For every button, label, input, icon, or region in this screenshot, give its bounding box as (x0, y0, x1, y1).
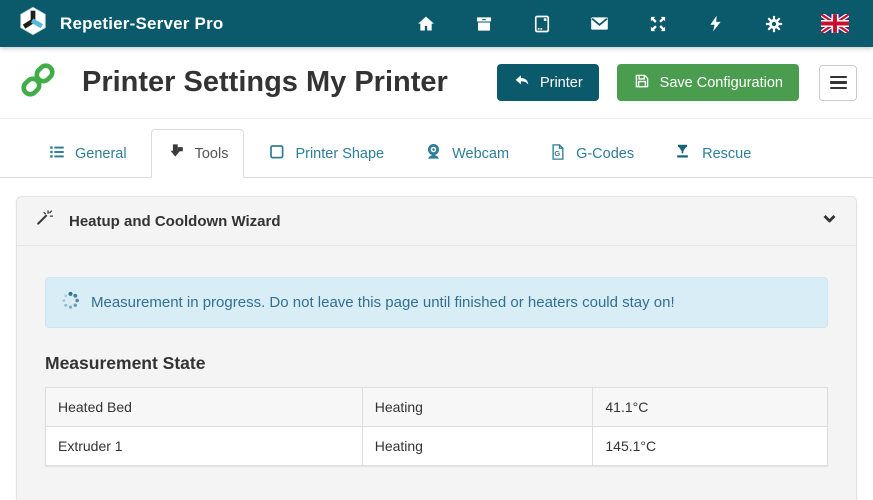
brand[interactable]: Repetier-Server Pro (18, 6, 223, 41)
alert-text: Measurement in progress. Do not leave th… (91, 294, 675, 311)
heater-name-cell: Heated Bed (46, 388, 363, 427)
save-configuration-button[interactable]: Save Configuration (617, 64, 799, 101)
heatup-wizard-panel-header[interactable]: Heatup and Cooldown Wizard (17, 197, 856, 246)
svg-text:G: G (554, 149, 560, 158)
extruder-icon (167, 142, 186, 165)
table-row: Extruder 1 Heating 145.1°C (46, 427, 828, 466)
fullscreen-icon[interactable] (647, 13, 668, 34)
navbar-icons (415, 13, 849, 34)
global-settings-icon[interactable] (763, 13, 784, 34)
repetier-logo-icon (18, 6, 48, 41)
wand-icon (35, 209, 54, 233)
tab-webcam[interactable]: Webcam (408, 129, 525, 178)
square-icon (268, 143, 286, 165)
measurement-state-table: Heated Bed Heating 41.1°C Extruder 1 Hea… (45, 387, 828, 466)
hamburger-icon (830, 76, 847, 79)
messages-icon[interactable] (589, 13, 610, 34)
panel-title: Heatup and Cooldown Wizard (69, 213, 821, 230)
table-row: Heated Bed Heating 41.1°C (46, 388, 828, 427)
page-menu-button[interactable] (819, 65, 857, 101)
power-icon[interactable] (705, 13, 726, 34)
save-icon (633, 72, 651, 94)
language-flag-icon[interactable] (821, 13, 849, 34)
heater-state-cell: Heating (362, 388, 593, 427)
top-navbar: Repetier-Server Pro (0, 0, 873, 47)
page-header: Printer Settings My Printer Printer Save… (0, 47, 873, 119)
heater-name-cell: Extruder 1 (46, 427, 363, 466)
tab-printer-shape[interactable]: Printer Shape (252, 130, 400, 178)
tab-tools[interactable]: Tools (151, 129, 245, 178)
heater-temp-cell: 41.1°C (593, 388, 828, 427)
heatup-wizard-panel: Heatup and Cooldown Wizard Measurement i… (16, 196, 857, 500)
heater-state-cell: Heating (362, 427, 593, 466)
printers-box-icon[interactable] (473, 13, 494, 34)
measurement-progress-alert: Measurement in progress. Do not leave th… (45, 277, 828, 328)
back-to-printer-button[interactable]: Printer (497, 64, 599, 101)
gcode-file-icon: G (549, 143, 567, 165)
rescue-icon (674, 142, 693, 165)
tab-gcodes[interactable]: G G-Codes (533, 130, 650, 178)
spinner-icon (61, 291, 80, 314)
tab-general[interactable]: General (32, 130, 143, 178)
settings-tabs: General Tools Printer Shape Webcam (0, 119, 873, 178)
webcam-icon (424, 142, 443, 165)
page-title: Printer Settings My Printer (82, 66, 497, 99)
panel-body: Measurement in progress. Do not leave th… (17, 246, 856, 500)
reply-arrow-icon (513, 72, 531, 94)
home-icon[interactable] (415, 13, 436, 34)
brand-title: Repetier-Server Pro (60, 14, 223, 34)
list-icon (48, 143, 66, 165)
heater-temp-cell: 145.1°C (593, 427, 828, 466)
measurement-state-heading: Measurement State (45, 353, 828, 374)
chevron-down-icon[interactable] (821, 210, 838, 232)
tablet-icon[interactable] (531, 13, 552, 34)
tab-rescue[interactable]: Rescue (658, 129, 767, 178)
link-icon (18, 60, 58, 105)
